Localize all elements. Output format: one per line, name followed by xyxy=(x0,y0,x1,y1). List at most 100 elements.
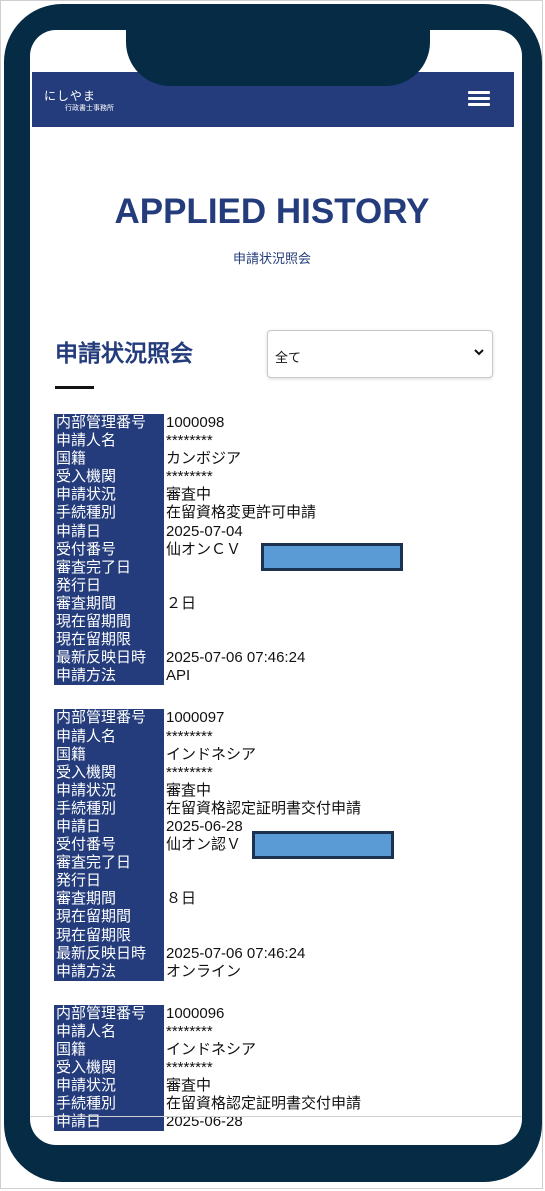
record-row: 内部管理番号 1000098 xyxy=(54,414,514,433)
record-field-value: 審査中 xyxy=(166,486,212,504)
record-field-label: 国籍 xyxy=(54,745,164,764)
record-field-label: 国籍 xyxy=(54,450,164,469)
phone-frame: にしやま 行政書士事務所 APPLIED HISTORY 申請状況照会 申請状況… xyxy=(4,4,542,1182)
page-subtitle: 申請状況照会 xyxy=(232,251,311,266)
logo-subtext[interactable]: 行政書士事務所 xyxy=(65,103,114,113)
record-row: 内部管理番号 1000097 xyxy=(54,709,514,728)
record-field-value: インドネシア xyxy=(166,1041,257,1058)
record-field-value: 審査中 xyxy=(166,781,212,799)
record-field-label: 国籍 xyxy=(54,1041,164,1060)
record-field-label: 申請人名 xyxy=(54,727,164,746)
record-field-value: ８日 xyxy=(166,890,197,908)
record-row: 審査期間 ８日 xyxy=(54,890,514,909)
record-row: 手続種別 在留資格認定証明書交付申請 xyxy=(54,799,514,818)
record-field-value: 2025-07-06 07:46:24 xyxy=(166,944,306,962)
record-field-label: 手続種別 xyxy=(54,504,164,523)
menu-bar xyxy=(468,91,490,94)
record-field-value: 1000098 xyxy=(166,414,225,431)
record-row: 手続種別 在留資格変更許可申請 xyxy=(54,504,514,523)
record-field-label: 内部管理番号 xyxy=(54,414,164,433)
record-field-value xyxy=(164,631,166,649)
record-row: 発行日 xyxy=(54,872,514,891)
record-field-value: ******** xyxy=(166,468,213,486)
chevron-down-icon xyxy=(474,349,484,356)
record-field-value xyxy=(164,559,166,577)
record-field-value: ２日 xyxy=(166,594,197,612)
record-field-label: 申請方法 xyxy=(54,962,164,981)
record-field-value: API xyxy=(166,667,191,685)
record-field-value: オンライン xyxy=(166,962,242,980)
status-filter-select[interactable]: 全て xyxy=(267,330,493,378)
record-field-label: 手続種別 xyxy=(54,799,164,818)
record-row: 国籍 カンボジア xyxy=(54,450,514,469)
record-field-value: 在留資格認定証明書交付申請 xyxy=(166,799,362,817)
record-field-label: 内部管理番号 xyxy=(54,1004,164,1023)
record-field-label: 申請日 xyxy=(54,817,164,837)
record-field-value xyxy=(164,613,166,631)
record-field-label: 受入機関 xyxy=(54,763,164,782)
record-row: 申請方法 オンライン xyxy=(54,962,514,981)
record-row: 申請状況 審査中 xyxy=(54,781,514,800)
record-field-value: 1000096 xyxy=(166,1004,225,1022)
hamburger-menu-icon[interactable] xyxy=(468,91,490,107)
record-row: 受入機関 ******** xyxy=(54,1059,514,1078)
record-field-value: インドネシア xyxy=(166,745,257,763)
record-field-label: 申請状況 xyxy=(54,1077,164,1096)
record-row: 受入機関 ******** xyxy=(54,763,514,782)
record-row: 申請人名 ******** xyxy=(54,1022,514,1041)
redaction-box xyxy=(261,543,403,571)
record-row: 申請方法 API xyxy=(54,667,514,686)
record-row: 受入機関 ******** xyxy=(54,468,514,487)
record-row: 申請日 2025-07-04 xyxy=(54,522,514,541)
record-field-value: 審査中 xyxy=(166,1077,212,1095)
record-field-label: 申請状況 xyxy=(54,486,164,505)
record-field-value xyxy=(164,872,166,890)
record-field-value: 2025-07-04 xyxy=(166,522,243,540)
redaction-box xyxy=(252,831,394,859)
record-field-label: 審査期間 xyxy=(54,594,164,614)
record-field-value: ******** xyxy=(166,727,213,745)
menu-bar xyxy=(468,103,490,106)
record-field-label: 最新反映日時 xyxy=(54,649,164,668)
record-field-label: 申請日 xyxy=(54,522,164,541)
record-row: 審査期間 ２日 xyxy=(54,594,514,614)
record-field-label: 現在留期限 xyxy=(54,631,164,650)
record-row: 発行日 xyxy=(54,576,514,595)
record-row: 現在留期間 xyxy=(54,613,514,632)
record-field-value xyxy=(164,927,166,945)
record-field-label: 内部管理番号 xyxy=(54,709,164,728)
record-field-value: 2025-07-06 07:46:24 xyxy=(166,649,306,667)
record-row: 現在留期限 xyxy=(54,926,514,945)
record-field-value xyxy=(164,908,166,926)
record-field-value: 1000097 xyxy=(166,709,225,727)
record-field-value: 在留資格認定証明書交付申請 xyxy=(166,1095,362,1113)
record-field-value: ******** xyxy=(166,763,213,781)
application-record-list: 内部管理番号 1000098 申請人名 ******** 国籍 カンボジア 受入機関 ****… xyxy=(54,414,514,1145)
application-record: 内部管理番号 1000096 申請人名 ******** 国籍 インドネシア 受入機関 ***… xyxy=(54,1004,514,1132)
record-field-value xyxy=(164,854,166,872)
record-row: 最新反映日時 2025-07-06 07:46:24 xyxy=(54,649,514,668)
record-field-label: 受入機関 xyxy=(54,1059,164,1078)
phone-screen: にしやま 行政書士事務所 APPLIED HISTORY 申請状況照会 申請状況… xyxy=(30,30,522,1145)
record-field-label: 審査完了日 xyxy=(54,854,164,873)
record-field-label: 受付番号 xyxy=(54,540,164,559)
record-field-label: 最新反映日時 xyxy=(54,944,164,963)
page-title: APPLIED HISTORY xyxy=(114,192,430,231)
record-field-label: 申請人名 xyxy=(54,1022,164,1041)
record-row: 申請状況 審査中 xyxy=(54,486,514,505)
record-row: 申請人名 ******** xyxy=(54,432,514,451)
record-field-label: 受付番号 xyxy=(54,836,164,855)
record-field-label: 発行日 xyxy=(54,576,164,595)
record-field-value: ******** xyxy=(166,432,213,450)
record-field-value: カンボジア xyxy=(166,450,242,468)
logo-text[interactable]: にしやま xyxy=(44,87,96,104)
record-field-label: 手続種別 xyxy=(54,1095,164,1114)
section-underline xyxy=(55,386,94,389)
record-field-label: 発行日 xyxy=(54,872,164,891)
record-field-label: 審査期間 xyxy=(54,890,164,909)
filter-selected-value: 全て xyxy=(275,350,302,365)
record-field-label: 申請人名 xyxy=(54,432,164,451)
record-field-value: 仙オンＣＶ xyxy=(166,540,242,558)
record-row: 現在留期限 xyxy=(54,631,514,650)
record-field-label: 現在留期間 xyxy=(54,908,164,927)
